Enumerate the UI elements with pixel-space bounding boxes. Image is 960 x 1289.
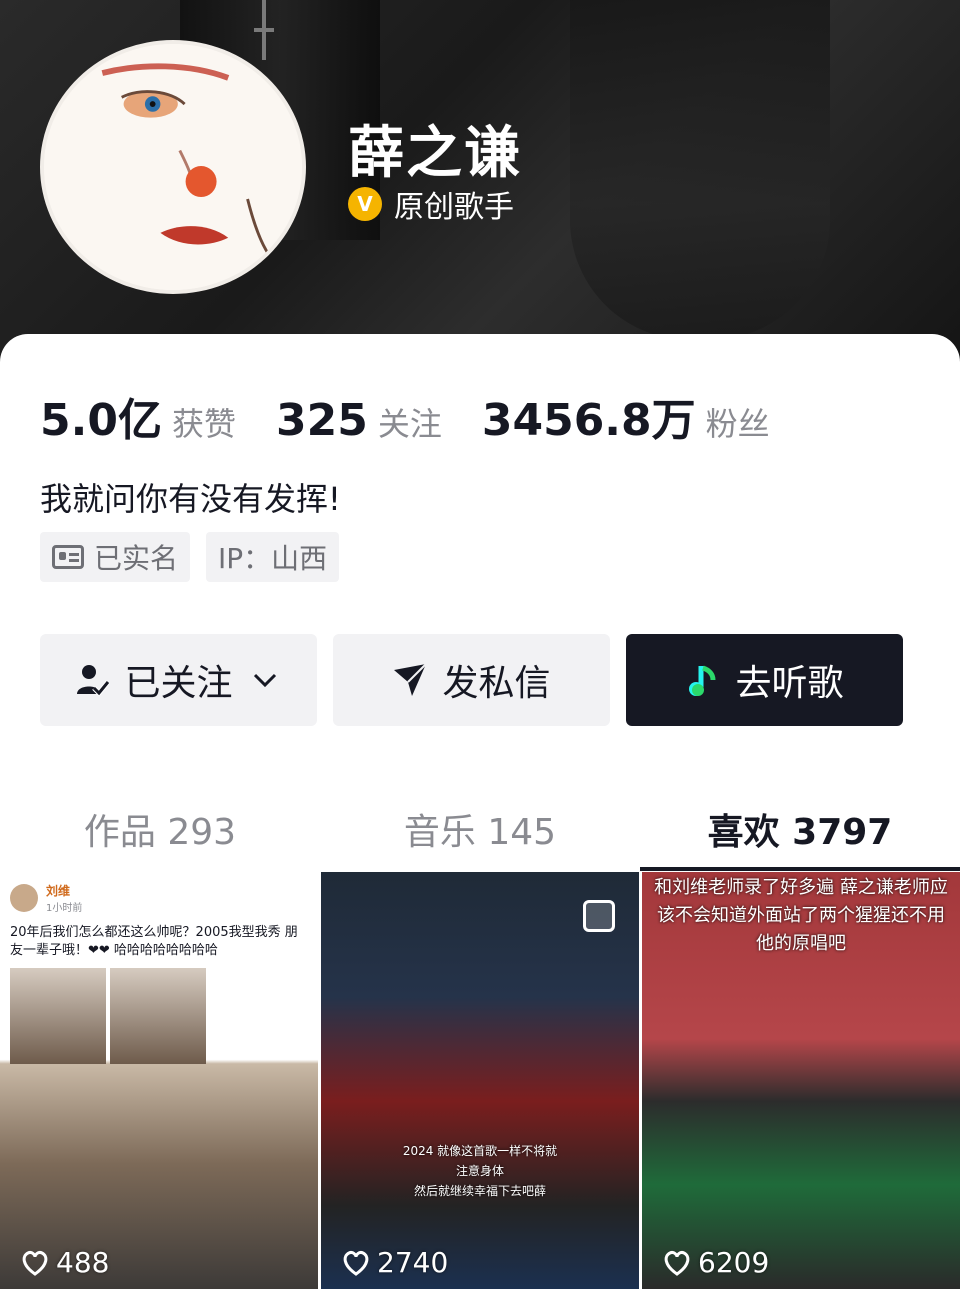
stat-value: 5.0亿 <box>40 395 162 446</box>
cover-decoration <box>570 0 830 340</box>
tag-label: IP：山西 <box>218 542 328 575</box>
post-screenshot: 刘维 1小时前 20年后我们怎么都还这么帅呢？2005我型我秀 朋友一辈子哦！❤… <box>10 882 308 1064</box>
tag-label: 已实名 <box>94 542 179 575</box>
verification-row: V 原创歌手 <box>348 182 514 226</box>
nickname: 薛之谦 <box>348 121 522 186</box>
verified-v-icon: V <box>348 187 382 221</box>
listen-label: 去听歌 <box>735 663 844 704</box>
photo-thumbnail <box>110 968 206 1064</box>
verification-label: 原创歌手 <box>394 190 514 225</box>
listen-music-button[interactable]: 去听歌 <box>626 634 903 726</box>
user-check-icon <box>74 662 111 698</box>
bio: 我就问你有没有发挥! <box>40 480 341 518</box>
stat-label: 粉丝 <box>705 405 770 443</box>
cover-decoration <box>254 28 274 32</box>
post-thumbnails <box>10 968 308 1064</box>
like-count: 488 <box>20 1246 109 1279</box>
avatar[interactable] <box>40 40 306 294</box>
stat-value: 3456.8万 <box>481 395 696 446</box>
post-username: 刘维 <box>46 884 71 898</box>
following-label: 已关注 <box>124 663 233 704</box>
profile-cover: 薛之谦 V 原创歌手 <box>0 0 960 380</box>
stats-row: 5.0亿 获赞 325 关注 3456.8万 粉丝 <box>40 384 810 448</box>
multi-image-icon <box>583 900 615 932</box>
profile-card: 5.0亿 获赞 325 关注 3456.8万 粉丝 我就问你有没有发挥! 已实名… <box>0 334 960 1289</box>
like-count-value: 6209 <box>698 1246 770 1279</box>
heart-icon <box>664 1250 690 1276</box>
video-caption: 然后就继续幸福下去吧薛 <box>413 1184 546 1198</box>
like-count: 6209 <box>662 1246 769 1279</box>
tab-music[interactable]: 音乐 145 <box>320 789 640 869</box>
like-count: 2740 <box>341 1246 448 1279</box>
stat-following[interactable]: 325 关注 <box>276 395 442 446</box>
video-caption: 注意身体 <box>455 1164 504 1178</box>
message-label: 发私信 <box>442 663 551 704</box>
following-button[interactable]: 已关注 <box>40 634 317 726</box>
stat-value: 325 <box>275 395 368 446</box>
stat-label: 关注 <box>377 405 442 443</box>
video-card[interactable]: 刘维 1小时前 20年后我们怎么都还这么帅呢？2005我型我秀 朋友一辈子哦！❤… <box>0 872 318 1289</box>
stat-likes[interactable]: 5.0亿 获赞 <box>40 384 236 448</box>
tab-likes[interactable]: 喜欢 3797 <box>640 789 960 871</box>
video-grid: 刘维 1小时前 20年后我们怎么都还这么帅呢？2005我型我秀 朋友一辈子哦！❤… <box>0 872 960 1289</box>
like-count-value: 488 <box>56 1246 110 1279</box>
video-caption: 2024 就像这首歌一样不将就 <box>402 1144 558 1158</box>
tag-real-name[interactable]: 已实名 <box>40 532 191 582</box>
heart-icon <box>22 1250 48 1276</box>
photo-thumbnail <box>10 968 106 1064</box>
stat-followers[interactable]: 3456.8万 粉丝 <box>482 384 770 448</box>
video-card[interactable]: 2024 就像这首歌一样不将就 注意身体 然后就继续幸福下去吧薛 2740 <box>321 872 639 1289</box>
tab-works[interactable]: 作品 293 <box>0 789 320 869</box>
video-card[interactable]: 和刘维老师录了好多遍 薛之谦老师应该不会知道外面站了两个猩猩还不用他的原唱吧 6… <box>642 872 960 1289</box>
heart-icon <box>343 1250 369 1276</box>
like-count-value: 2740 <box>377 1246 449 1279</box>
post-user: 刘维 1小时前 <box>10 882 308 914</box>
message-button[interactable]: 发私信 <box>333 634 610 726</box>
post-time: 1小时前 <box>46 903 83 914</box>
avatar <box>10 884 38 912</box>
tag-ip-location: IP：山西 <box>206 532 340 582</box>
avatar-painted-face <box>44 44 302 290</box>
music-note-icon <box>685 662 721 698</box>
stat-label: 获赞 <box>171 405 236 443</box>
send-icon <box>392 662 428 698</box>
profile-tags: 已实名 IP：山西 <box>40 532 340 582</box>
video-caption: 和刘维老师录了好多遍 薛之谦老师应该不会知道外面站了两个猩猩还不用他的原唱吧 <box>654 877 948 954</box>
id-card-icon <box>52 545 84 569</box>
action-buttons: 已关注 发私信 去听歌 <box>40 634 903 726</box>
post-text: 20年后我们怎么都还这么帅呢？2005我型我秀 朋友一辈子哦！❤❤ 哈哈哈哈哈哈… <box>10 925 298 958</box>
chevron-down-icon <box>247 662 283 698</box>
content-tabs: 作品 293 音乐 145 喜欢 3797 <box>0 789 960 871</box>
